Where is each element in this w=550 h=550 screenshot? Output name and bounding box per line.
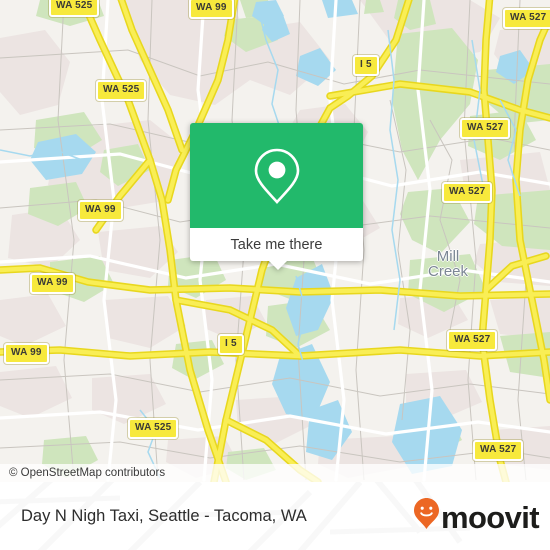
map-pin-icon (252, 146, 302, 206)
popup-action-button[interactable]: Take me there (190, 228, 363, 261)
popup-header (190, 123, 363, 228)
road-shield: WA 99 (4, 343, 49, 364)
attribution-text: © OpenStreetMap contributors (9, 467, 166, 479)
road-shield: WA 525 (128, 418, 179, 439)
road-shield: WA 99 (189, 0, 234, 19)
place-title-text: Day N Nigh Taxi, Seattle - Tacoma, WA (21, 506, 307, 525)
road-shield: WA 527 (447, 330, 498, 351)
map-screenshot: WA 525 WA 99 WA 527 I 5 WA 525 WA 527 WA 527 WA… (0, 0, 550, 550)
map-attribution[interactable]: © OpenStreetMap contributors (0, 464, 550, 482)
moovit-wordmark: moovit (440, 499, 540, 535)
road-shield: WA 527 (460, 118, 511, 139)
map-canvas[interactable]: WA 525 WA 99 WA 527 I 5 WA 525 WA 527 WA 527 WA… (0, 0, 550, 482)
road-shield: WA 527 (473, 440, 524, 461)
destination-popup-card[interactable]: Take me there (190, 123, 363, 270)
moovit-logo[interactable]: moovit (413, 482, 540, 550)
road-shield: I 5 (218, 334, 244, 355)
moovit-smiley-pin-icon (413, 497, 440, 535)
place-label: Mill Creek (428, 248, 469, 280)
road-shield: WA 525 (96, 80, 147, 101)
road-shield: WA 99 (78, 200, 123, 221)
road-shield: WA 527 (442, 182, 493, 203)
place-title: Day N Nigh Taxi, Seattle - Tacoma, WA (21, 482, 307, 550)
road-shield: WA 99 (30, 273, 75, 294)
popup-action-label: Take me there (230, 236, 323, 253)
road-shield: I 5 (353, 55, 379, 76)
road-shield: WA 525 (49, 0, 100, 17)
road-shield: WA 527 (503, 8, 550, 29)
bottom-bar: Day N Nigh Taxi, Seattle - Tacoma, WA mo… (0, 482, 550, 550)
popup-tail (269, 261, 287, 270)
